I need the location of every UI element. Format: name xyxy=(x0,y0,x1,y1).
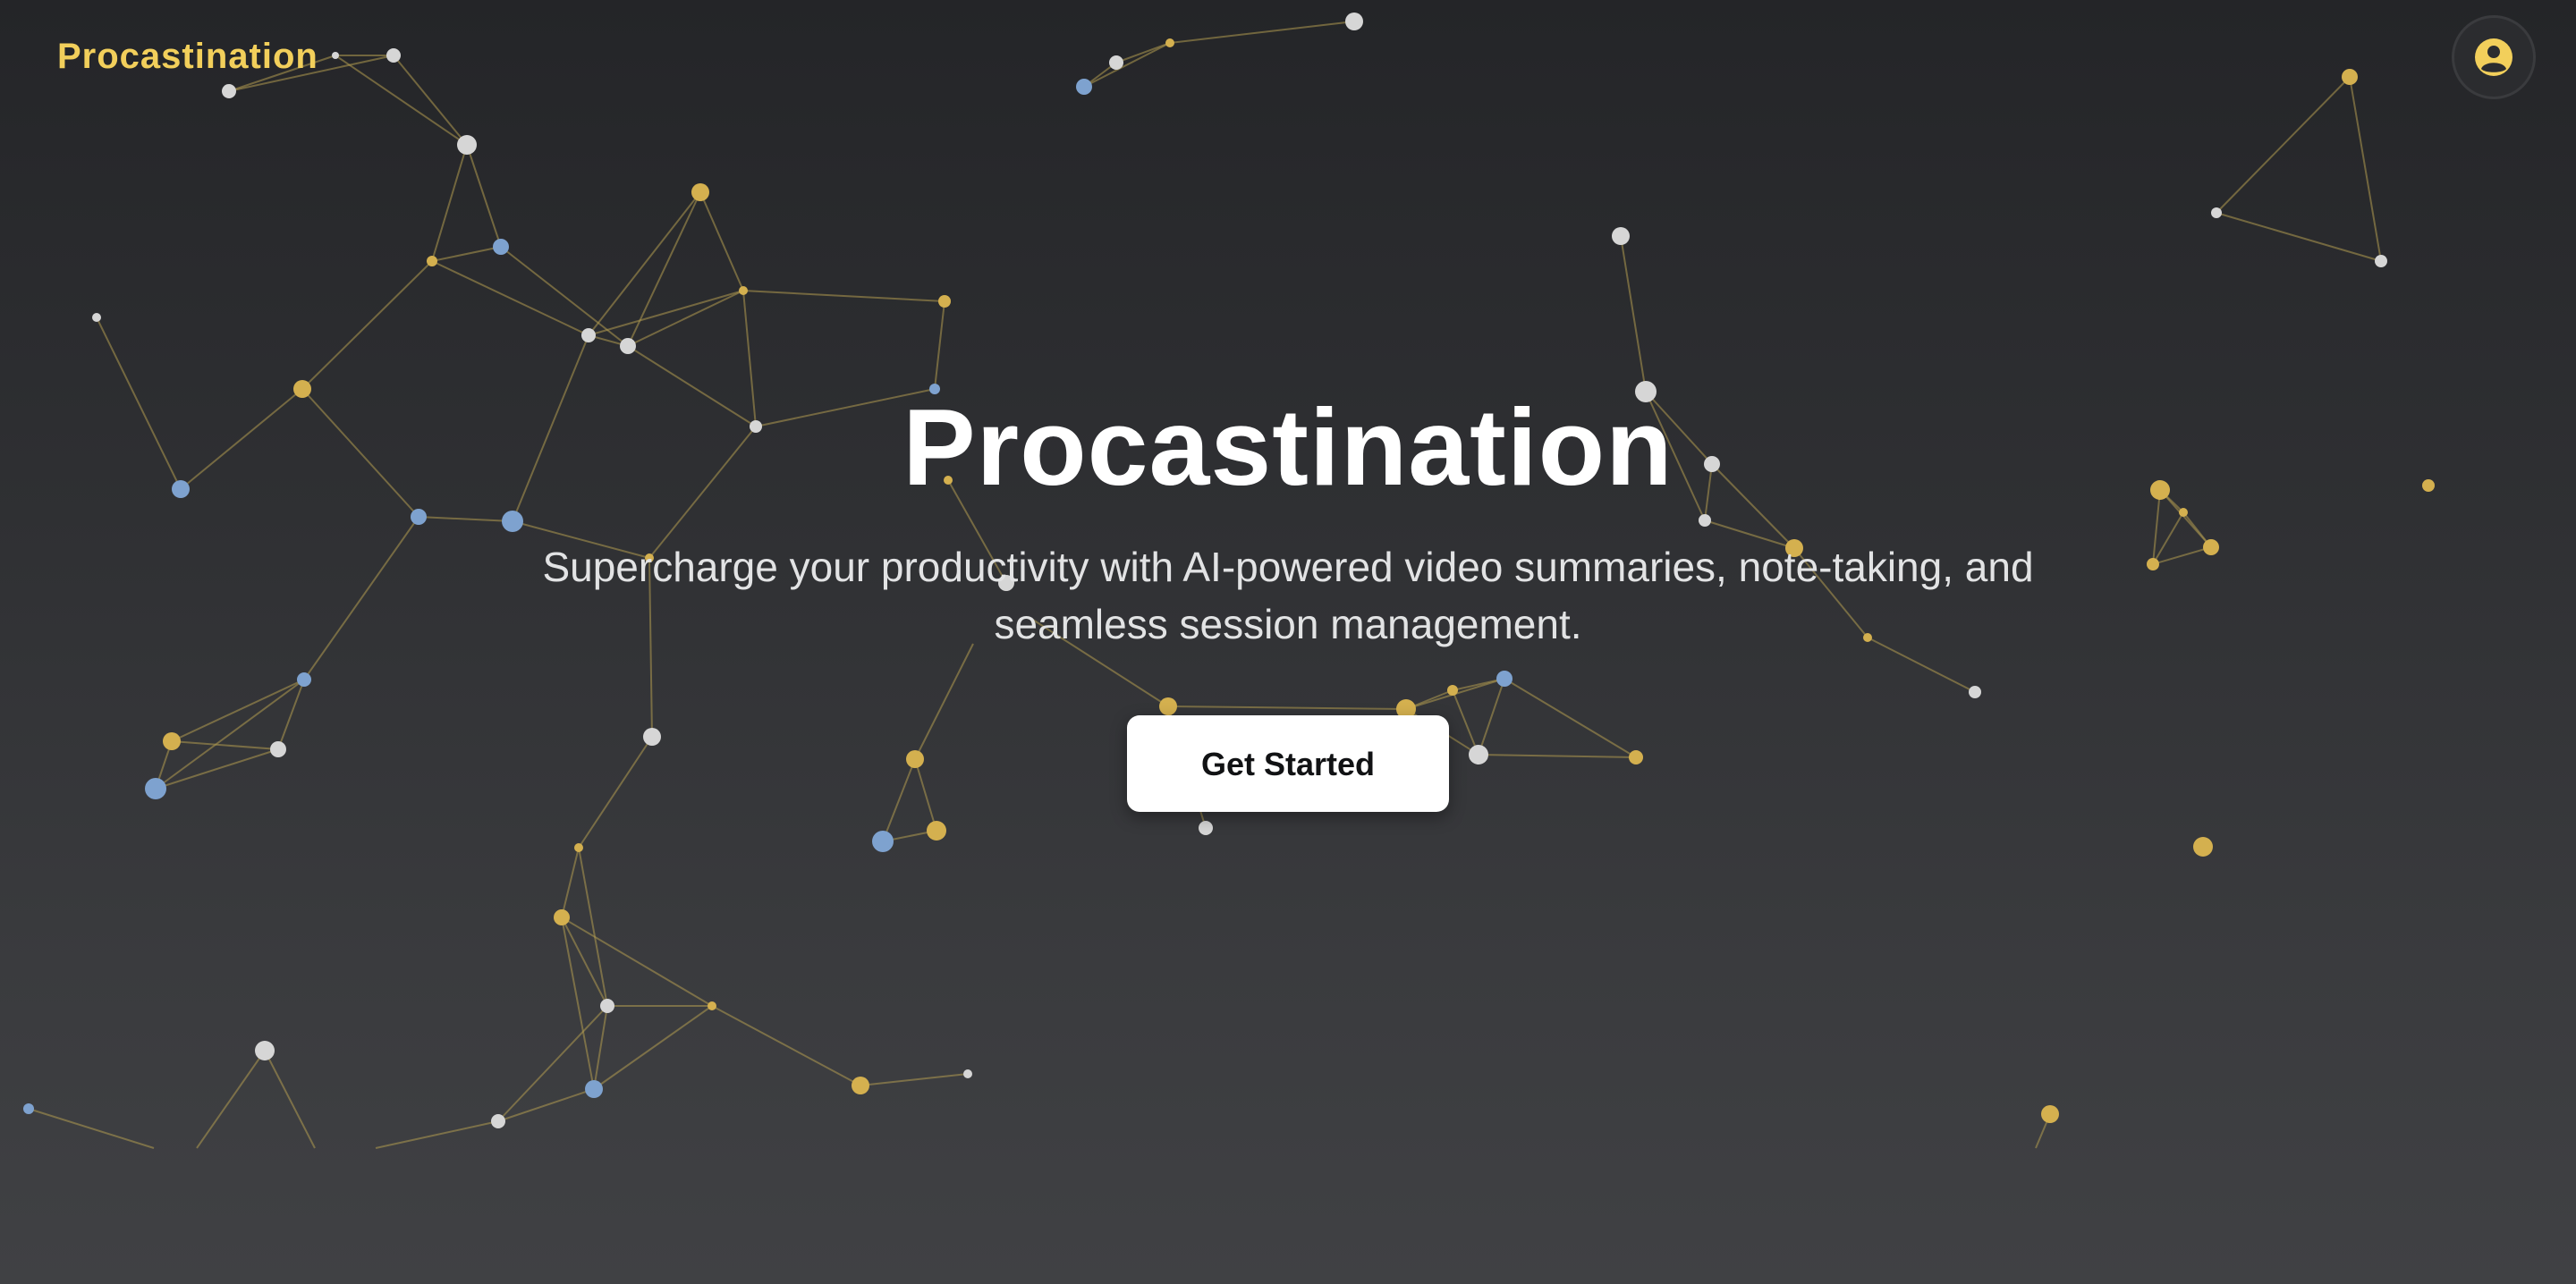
get-started-button[interactable]: Get Started xyxy=(1127,715,1449,812)
user-profile-button[interactable] xyxy=(2454,18,2533,97)
hero-section: Procastination Supercharge your producti… xyxy=(0,376,2576,812)
user-circle-icon xyxy=(2475,38,2512,76)
brand-logo[interactable]: Procastination xyxy=(57,34,318,79)
hero-title: Procastination xyxy=(902,386,1674,508)
hero-subtitle: Supercharge your productivity with AI-po… xyxy=(542,544,2034,647)
